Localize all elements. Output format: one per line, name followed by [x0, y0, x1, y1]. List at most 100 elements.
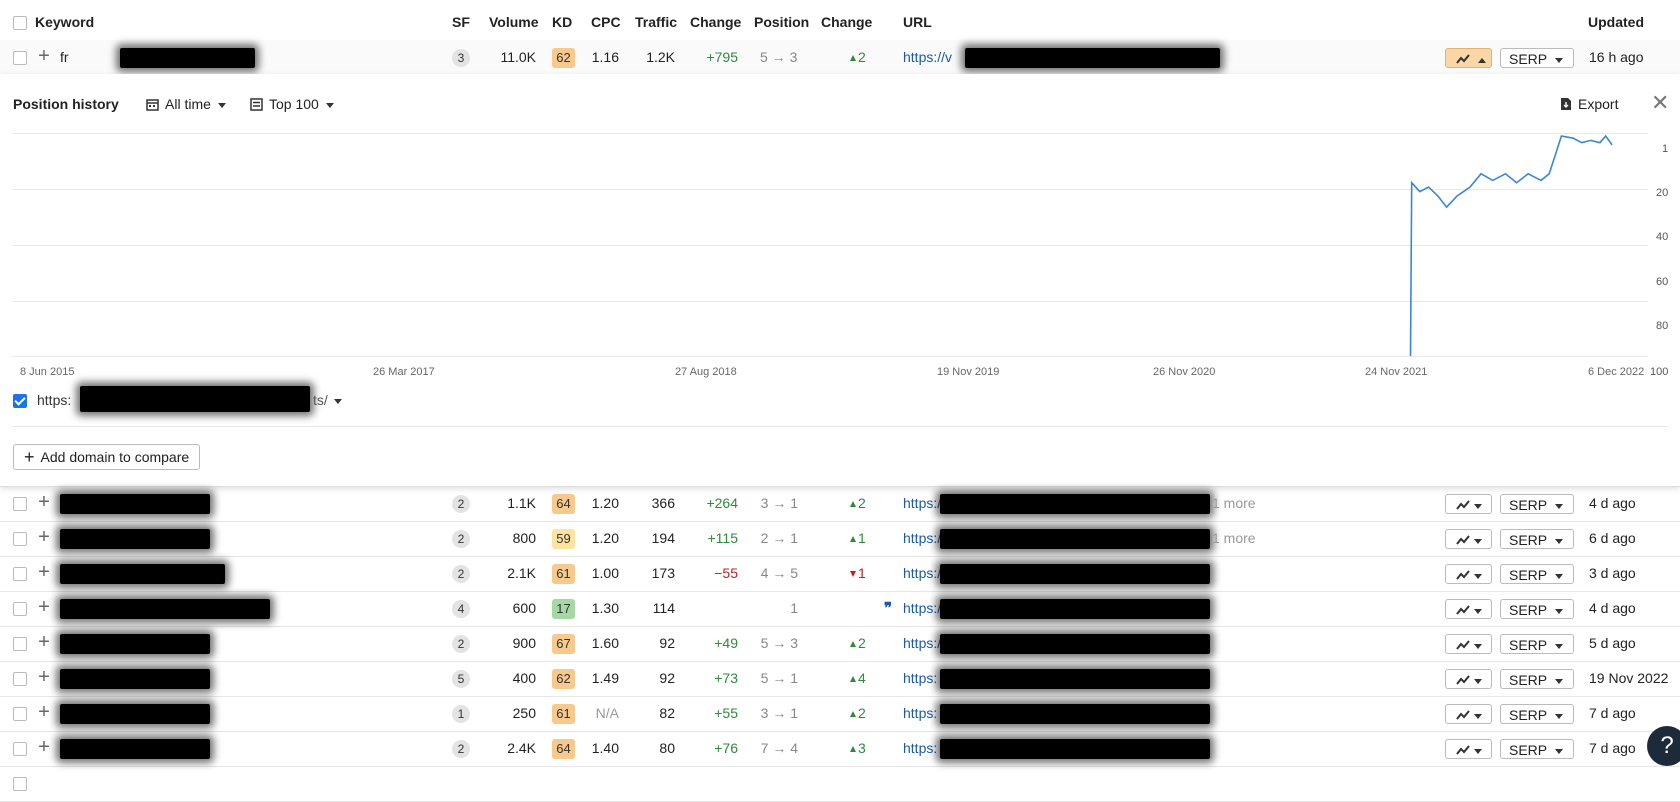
row-checkbox[interactable]	[13, 532, 27, 546]
table-row[interactable]: +2 2.1K 61 1.00 173 −55 4 → 5 1 https://v SERP 3 …	[0, 556, 1680, 592]
table-row[interactable]	[0, 766, 1680, 802]
redacted-url	[965, 48, 1220, 68]
col-position[interactable]: Position	[754, 5, 809, 40]
legend-url-suffix-wrap[interactable]: ts/	[313, 392, 342, 408]
table-row[interactable]: +2 1.1K 64 1.20 366 +264 3 → 1 2 https://v 1 more…	[0, 486, 1680, 522]
table-row[interactable]: +2 900 67 1.60 92 +49 5 → 3 2 https:// SERP 5 d a…	[0, 626, 1680, 662]
plus-icon[interactable]: +	[37, 486, 51, 521]
plus-icon[interactable]: +	[37, 556, 51, 591]
sf-badge[interactable]: 4	[452, 600, 470, 618]
chevron-down-icon	[1474, 643, 1482, 649]
position-history-button[interactable]	[1445, 669, 1492, 689]
serp-button[interactable]: SERP	[1500, 599, 1574, 619]
url-link[interactable]: https://v	[903, 40, 952, 75]
serp-button[interactable]: SERP	[1500, 704, 1574, 724]
row-checkbox[interactable]	[13, 497, 27, 511]
col-kd[interactable]: KD	[552, 5, 572, 40]
legend-url-checkbox[interactable]	[13, 394, 27, 408]
more-urls-link[interactable]: 1 more	[1212, 521, 1256, 556]
url-link[interactable]: https://	[903, 591, 945, 626]
col-keyword[interactable]: Keyword	[35, 5, 94, 40]
serp-button[interactable]: SERP	[1500, 634, 1574, 654]
table-row-expanded[interactable]: + fr 3 11.0K 62 1.16 1.2K +795 5 → 3 2 h…	[0, 40, 1680, 76]
col-updated[interactable]: Updated	[1588, 5, 1644, 40]
table-row[interactable]: +5 400 62 1.49 92 +73 5 → 1 4 https: SERP 19 Nov …	[0, 661, 1680, 697]
serp-label: SERP	[1509, 637, 1547, 653]
position-history-button[interactable]	[1445, 599, 1492, 619]
table-row[interactable]: +4 600 17 1.30 114 1 ❞ https:// SERP 4 d ago	[0, 591, 1680, 627]
plus-icon[interactable]: +	[37, 696, 51, 731]
row-checkbox[interactable]	[13, 637, 27, 651]
position-history-button[interactable]	[1445, 564, 1492, 584]
grid-line	[12, 245, 1648, 246]
featured-snippet-icon[interactable]: ❞	[884, 591, 892, 626]
plus-icon[interactable]: +	[37, 661, 51, 696]
position-history-button[interactable]	[1445, 739, 1492, 759]
chevron-down-icon	[1554, 748, 1563, 754]
row-checkbox[interactable]	[13, 672, 27, 686]
col-volume[interactable]: Volume	[489, 5, 539, 40]
col-change[interactable]: Change	[690, 5, 741, 40]
add-domain-button[interactable]: + Add domain to compare	[13, 444, 201, 470]
url-link[interactable]: https:	[903, 661, 937, 696]
row-checkbox[interactable]	[13, 742, 27, 756]
position-history-button[interactable]	[1445, 529, 1492, 549]
sf-badge[interactable]: 5	[452, 670, 470, 688]
chevron-down-icon	[1554, 678, 1563, 684]
export-button[interactable]: Export	[1560, 96, 1618, 112]
updated-value: 7 d ago	[1589, 740, 1636, 756]
serp-button[interactable]: SERP	[1500, 739, 1574, 759]
position-history-button[interactable]	[1445, 634, 1492, 654]
position-value: 3 → 1	[760, 705, 798, 721]
row-checkbox[interactable]	[13, 567, 27, 581]
help-button[interactable]: ?	[1647, 726, 1680, 766]
sf-badge[interactable]: 2	[452, 740, 470, 758]
sf-badge[interactable]: 2	[452, 635, 470, 653]
close-icon[interactable]: ✕	[1651, 90, 1669, 116]
serp-label: SERP	[1509, 602, 1547, 618]
serp-button[interactable]: SERP	[1500, 48, 1574, 68]
col-sf[interactable]: SF	[452, 5, 470, 40]
row-checkbox[interactable]	[13, 707, 27, 721]
legend-url-dropdown[interactable]: https:	[37, 392, 71, 408]
sf-badge[interactable]: 2	[452, 495, 470, 513]
time-filter-dropdown[interactable]: All time	[146, 96, 226, 112]
plus-icon[interactable]: +	[37, 521, 51, 556]
plus-icon[interactable]: +	[37, 591, 51, 626]
row-checkbox[interactable]	[13, 51, 27, 65]
grid-line	[12, 133, 1648, 134]
position-history-toggle-button[interactable]	[1445, 48, 1492, 68]
sf-badge[interactable]: 1	[452, 705, 470, 723]
row-checkbox[interactable]	[13, 602, 27, 616]
cpc-value: 1.60	[591, 635, 619, 651]
sf-badge[interactable]: 2	[452, 530, 470, 548]
sf-badge[interactable]: 3	[452, 49, 470, 67]
select-all-checkbox[interactable]	[13, 16, 27, 30]
plus-icon[interactable]: +	[37, 626, 51, 661]
position-history-button[interactable]	[1445, 704, 1492, 724]
url-link[interactable]: https:	[903, 731, 937, 766]
serp-button[interactable]: SERP	[1500, 564, 1574, 584]
col-traffic[interactable]: Traffic	[635, 5, 677, 40]
col-position-change[interactable]: Change	[821, 5, 872, 40]
col-url[interactable]: URL	[903, 5, 932, 40]
row-checkbox[interactable]	[13, 777, 27, 791]
chevron-down-icon	[1554, 713, 1563, 719]
top-filter-dropdown[interactable]: Top 100	[250, 96, 334, 112]
position-history-button[interactable]	[1445, 494, 1492, 514]
table-row[interactable]: +1 250 61 N/A 82 +55 3 → 1 2 https: SERP 7 d ago	[0, 696, 1680, 732]
url-link[interactable]: https:	[903, 696, 937, 731]
keyword-text[interactable]: fr	[60, 40, 69, 75]
serp-button[interactable]: SERP	[1500, 529, 1574, 549]
url-link[interactable]: https://	[903, 626, 945, 661]
table-row[interactable]: +2 2.4K 64 1.40 80 +76 7 → 4 3 https: SERP 7 d ag…	[0, 731, 1680, 767]
position-history-chart[interactable]	[0, 74, 1680, 374]
plus-icon[interactable]: +	[37, 731, 51, 766]
col-cpc[interactable]: CPC	[591, 5, 621, 40]
more-urls-link[interactable]: 1 more	[1212, 486, 1256, 521]
table-row[interactable]: +2 800 59 1.20 194 +115 2 → 1 1 https://v 1 more S…	[0, 521, 1680, 557]
serp-button[interactable]: SERP	[1500, 669, 1574, 689]
serp-button[interactable]: SERP	[1500, 494, 1574, 514]
plus-icon[interactable]: +	[37, 40, 51, 75]
sf-badge[interactable]: 2	[452, 565, 470, 583]
